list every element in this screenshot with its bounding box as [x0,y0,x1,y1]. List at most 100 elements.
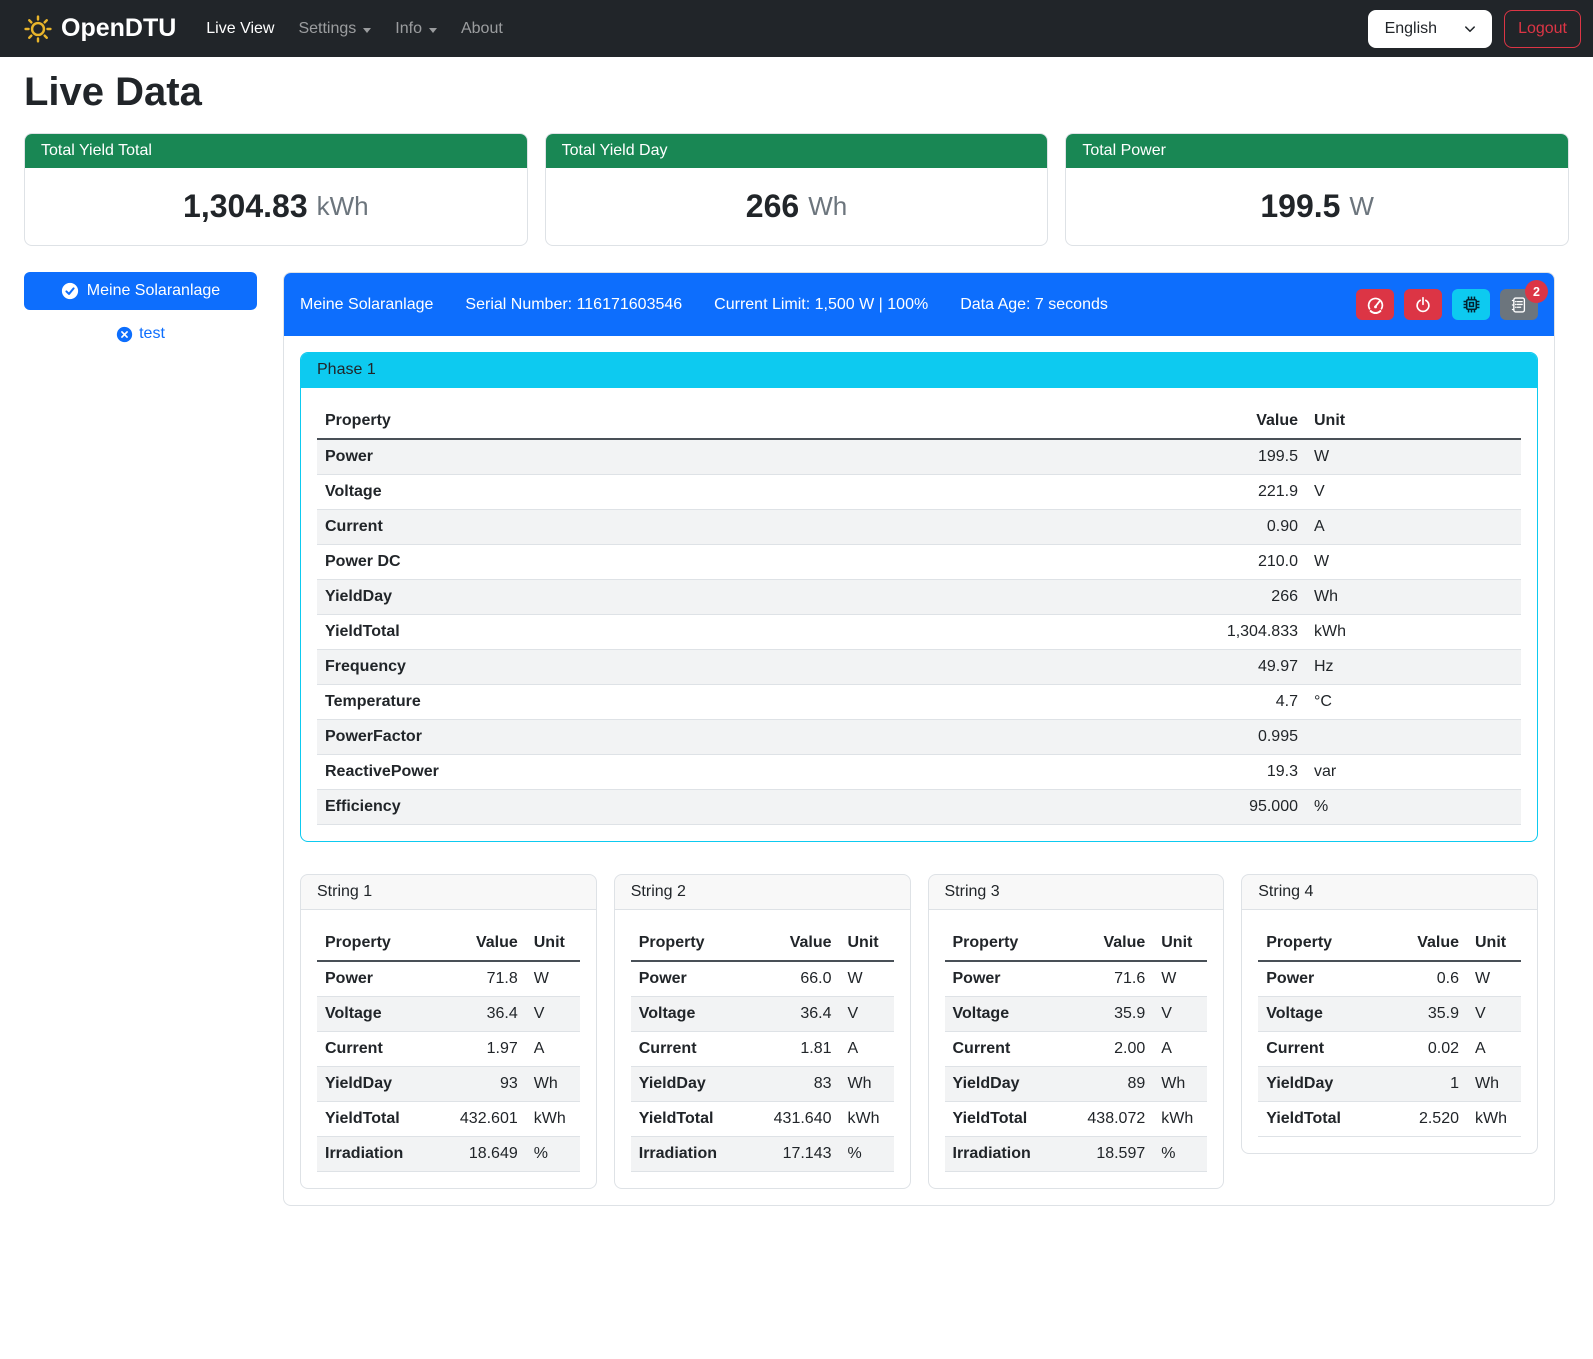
property-unit: kWh [526,1102,580,1137]
inverter-select-button[interactable]: Meine Solaranlage [24,272,257,310]
col-value: Value [1385,926,1467,961]
inverter-panel-body: Phase 1 Property Value Unit Power199.5WV… [284,336,1554,1205]
property-value: 19.3 [1186,755,1306,790]
property-unit: Wh [526,1067,580,1102]
property-value: 0.6 [1385,961,1467,997]
property-value: 1,304.833 [1186,615,1306,650]
property-unit: kWh [1153,1102,1207,1137]
col-property: Property [945,926,1072,961]
property-value: 71.8 [444,961,526,997]
property-value: 95.000 [1186,790,1306,825]
nav-item-live-view[interactable]: Live View [194,12,286,46]
table-row: Current2.00A [945,1032,1208,1067]
col-value: Value [444,926,526,961]
property-value: 431.640 [758,1102,840,1137]
phase-card-title: Phase 1 [301,353,1537,388]
property-value: 1 [1385,1067,1467,1102]
cpu-icon [1462,295,1481,314]
logout-button[interactable]: Logout [1504,10,1581,48]
table-row: YieldDay266Wh [317,580,1521,615]
summary-cards-row: Total Yield Total 1,304.83 kWh Total Yie… [24,133,1569,246]
power-button[interactable] [1404,289,1442,320]
property-name: Current [945,1032,1072,1067]
property-value: 49.97 [1186,650,1306,685]
col-property: Property [631,926,758,961]
col-unit: Unit [1467,926,1521,961]
col-unit: Unit [840,926,894,961]
col-value: Value [1071,926,1153,961]
device-info-button[interactable] [1452,289,1490,320]
property-value: 2.00 [1071,1032,1153,1067]
table-row: Efficiency95.000% [317,790,1521,825]
string-card-body: Property Value Unit Power71.8WVoltage36.… [301,910,596,1172]
table-row: YieldTotal432.601kWh [317,1102,580,1137]
property-name: Power [317,439,1186,475]
property-name: Current [317,1032,444,1067]
inverter-test-button[interactable]: test [24,324,257,344]
string-card-title: String 3 [929,875,1224,910]
nav-item-settings[interactable]: Settings [286,12,383,46]
property-name: Voltage [631,997,758,1032]
property-value: 4.7 [1186,685,1306,720]
table-row: YieldTotal431.640kWh [631,1102,894,1137]
nav-item-label: Live View [206,20,274,38]
property-unit: % [526,1137,580,1172]
col-property: Property [317,404,1186,439]
nav-links: Live View Settings Info About [194,12,515,46]
property-name: YieldTotal [945,1102,1072,1137]
caret-down-icon [429,28,437,33]
property-unit: W [840,961,894,997]
property-value: 18.597 [1071,1137,1153,1172]
nav-item-label: About [461,20,503,38]
string-table: Property Value Unit Power71.6WVoltage35.… [945,926,1208,1172]
property-name: Irradiation [317,1137,444,1172]
property-name: YieldTotal [317,615,1186,650]
current-limit: Current Limit: 1,500 W | 100% [714,296,928,314]
property-value: 221.9 [1186,475,1306,510]
table-row: Frequency49.97Hz [317,650,1521,685]
property-unit: kWh [1467,1102,1521,1137]
property-name: Efficiency [317,790,1186,825]
property-value: 432.601 [444,1102,526,1137]
property-unit: % [1153,1137,1207,1172]
col-property: Property [1258,926,1385,961]
nav-item-info[interactable]: Info [383,12,449,46]
property-name: Irradiation [631,1137,758,1172]
property-name: YieldDay [631,1067,758,1102]
main-row: Meine Solaranlage test Meine Solaranlage… [24,272,1569,1206]
property-unit: °C [1306,685,1521,720]
property-unit [1306,720,1521,755]
property-name: Current [1258,1032,1385,1067]
table-row: Voltage36.4V [317,997,580,1032]
table-header-row: Property Value Unit [945,926,1208,961]
summary-card-title: Total Yield Total [25,134,527,168]
property-name: YieldTotal [317,1102,444,1137]
table-row: Voltage36.4V [631,997,894,1032]
table-header-row: Property Value Unit [317,404,1521,439]
property-unit: V [526,997,580,1032]
table-row: Current1.81A [631,1032,894,1067]
property-unit: var [1306,755,1521,790]
summary-card-body: 1,304.83 kWh [25,168,527,245]
chevron-down-icon [1463,22,1477,36]
table-row: YieldTotal438.072kWh [945,1102,1208,1137]
table-header-row: Property Value Unit [631,926,894,961]
table-row: YieldDay1Wh [1258,1067,1521,1102]
nav-item-about[interactable]: About [449,12,515,46]
property-unit: Wh [1306,580,1521,615]
string-card: String 2 Property Value Unit Power66.0WV… [614,874,911,1189]
property-name: Power [631,961,758,997]
property-value: 1.81 [758,1032,840,1067]
phase-table: Property Value Unit Power199.5WVoltage22… [317,404,1521,825]
table-row: Voltage221.9V [317,475,1521,510]
property-name: Voltage [1258,997,1385,1032]
event-log-button[interactable]: 2 [1500,289,1538,320]
limit-settings-button[interactable] [1356,289,1394,320]
table-header-row: Property Value Unit [1258,926,1521,961]
property-unit: A [1306,510,1521,545]
string-card-body: Property Value Unit Power66.0WVoltage36.… [615,910,910,1172]
string-card-title: String 2 [615,875,910,910]
property-unit: W [1306,439,1521,475]
table-row: Irradiation18.597% [945,1137,1208,1172]
language-select[interactable]: English [1368,10,1492,48]
